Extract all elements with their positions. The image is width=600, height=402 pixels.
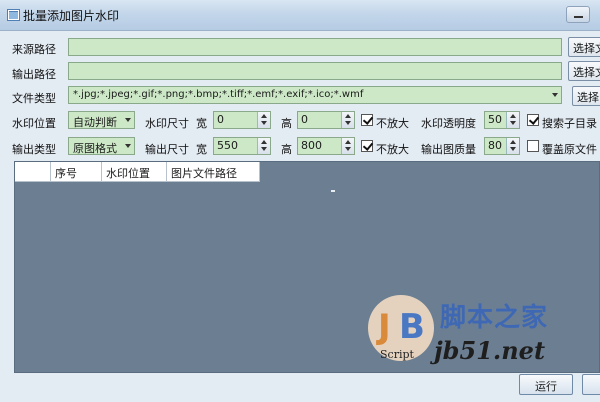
svg-text:B: B	[399, 307, 425, 347]
run-button[interactable]: 运行	[519, 374, 573, 395]
watermark-cn-text: 脚本之家	[440, 303, 549, 333]
stepper-buttons[interactable]	[257, 138, 270, 154]
app-icon	[7, 9, 20, 21]
opacity-label: 水印透明度	[421, 117, 476, 130]
chevron-up-icon	[510, 114, 516, 118]
cursor-mark	[331, 190, 335, 192]
watermark-height-stepper[interactable]: 0	[297, 111, 355, 129]
window-title: 批量添加图片水印	[23, 9, 120, 23]
search-subdir-checkbox[interactable]	[527, 114, 539, 126]
output-path-input[interactable]	[68, 62, 562, 80]
secondary-button[interactable]	[582, 374, 600, 395]
chevron-down-icon	[510, 147, 516, 151]
grid-header-watermark-position[interactable]: 水印位置	[102, 162, 167, 182]
chevron-down-icon	[125, 144, 131, 148]
file-type-label: 文件类型	[12, 92, 56, 105]
output-size-label: 输出尺寸	[145, 143, 189, 156]
chevron-down-icon	[345, 121, 351, 125]
source-path-label: 来源路径	[12, 43, 56, 56]
watermark-no-enlarge-label: 不放大	[376, 117, 409, 130]
chevron-down-icon	[261, 147, 267, 151]
source-browse-button[interactable]: 选择文	[568, 37, 600, 57]
source-path-input[interactable]	[68, 38, 562, 56]
grid-header-indicator[interactable]	[15, 162, 51, 182]
svg-text:J: J	[376, 307, 391, 347]
watermark-position-label: 水印位置	[12, 117, 56, 130]
file-type-value: *.jpg;*.jpeg;*.gif;*.png;*.bmp;*.tiff;*.…	[73, 89, 364, 100]
watermark-position-value: 自动判断	[73, 116, 117, 129]
chevron-down-icon	[552, 93, 558, 97]
minimize-button[interactable]	[566, 6, 590, 23]
chevron-down-icon	[125, 118, 131, 122]
quality-stepper[interactable]: 80	[484, 137, 520, 155]
watermark-width-stepper[interactable]: 0	[213, 111, 271, 129]
chevron-down-icon	[510, 121, 516, 125]
jb51-logo: J B Script	[368, 295, 434, 361]
quality-label: 输出图质量	[421, 143, 476, 156]
output-no-enlarge-label: 不放大	[376, 143, 409, 156]
stepper-buttons[interactable]	[506, 138, 519, 154]
stepper-buttons[interactable]	[341, 138, 354, 154]
output-path-label: 输出路径	[12, 68, 56, 81]
minimize-icon	[574, 16, 583, 18]
chevron-up-icon	[261, 114, 267, 118]
overwrite-label: 覆盖原文件	[542, 143, 597, 156]
output-height-stepper[interactable]: 800	[297, 137, 355, 155]
output-type-label: 输出类型	[12, 143, 56, 156]
stepper-buttons[interactable]	[257, 112, 270, 128]
grid-header: 序号 水印位置 图片文件路径	[15, 162, 260, 182]
watermark-width-value: 0	[217, 113, 224, 126]
output-no-enlarge-checkbox[interactable]	[361, 140, 373, 152]
chevron-up-icon	[345, 114, 351, 118]
watermark-url-text: jb51.net	[434, 336, 546, 365]
grid-header-image-path[interactable]: 图片文件路径	[167, 162, 260, 182]
stepper-buttons[interactable]	[506, 112, 519, 128]
output-type-value: 原图格式	[73, 142, 117, 155]
opacity-stepper[interactable]: 50	[484, 111, 520, 129]
grid-header-index[interactable]: 序号	[51, 162, 102, 182]
title-bar: 批量添加图片水印	[0, 0, 600, 31]
watermark-width-label: 宽	[196, 117, 207, 130]
watermark-position-combo[interactable]: 自动判断	[68, 111, 135, 129]
watermark-height-label: 高	[281, 117, 292, 130]
chevron-up-icon	[510, 140, 516, 144]
chevron-down-icon	[261, 121, 267, 125]
watermark-no-enlarge-checkbox[interactable]	[361, 114, 373, 126]
quality-value: 80	[488, 139, 502, 152]
chevron-down-icon	[345, 147, 351, 151]
output-width-value: 550	[217, 139, 238, 152]
search-subdir-label: 搜索子目录	[542, 117, 597, 130]
output-width-stepper[interactable]: 550	[213, 137, 271, 155]
stepper-buttons[interactable]	[341, 112, 354, 128]
output-browse-button[interactable]: 选择文	[568, 61, 600, 81]
output-height-value: 800	[301, 139, 322, 152]
watermark-height-value: 0	[301, 113, 308, 126]
output-height-label: 高	[281, 143, 292, 156]
overwrite-checkbox[interactable]	[527, 140, 539, 152]
output-width-label: 宽	[196, 143, 207, 156]
watermark-size-label: 水印尺寸	[145, 117, 189, 130]
output-type-combo[interactable]: 原图格式	[68, 137, 135, 155]
logo-script-text: Script	[380, 348, 415, 361]
opacity-value: 50	[488, 113, 502, 126]
file-type-combo[interactable]: *.jpg;*.jpeg;*.gif;*.png;*.bmp;*.tiff;*.…	[68, 86, 562, 104]
file-type-select-button[interactable]: 选择	[572, 86, 600, 106]
chevron-up-icon	[345, 140, 351, 144]
chevron-up-icon	[261, 140, 267, 144]
